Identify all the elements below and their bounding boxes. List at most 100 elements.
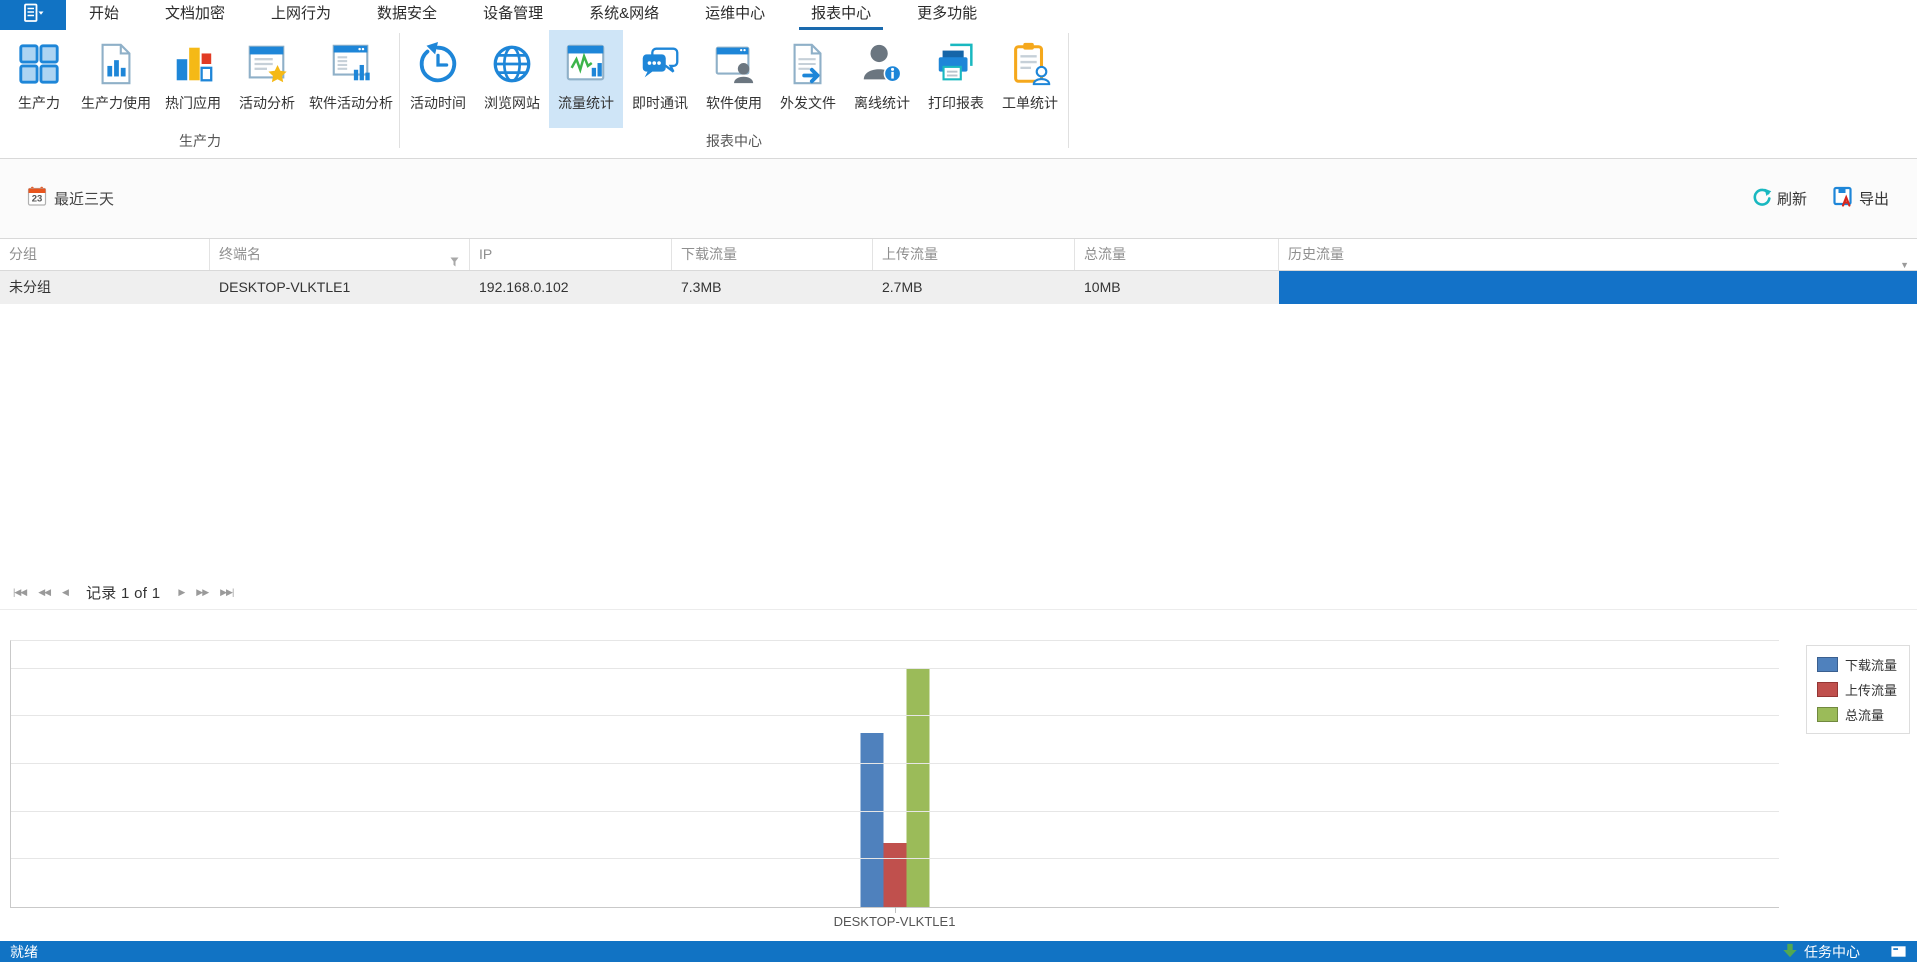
tab-bar-tabs: 开始 文档加密 上网行为 数据安全 设备管理 系统&网络 运维中心 报表中心 更多功能 (66, 0, 1000, 30)
x-axis-label: DESKTOP-VLKTLE1 (833, 914, 956, 929)
pagination-bar: |◀◀ ◀◀ ◀ 记录 1 of 1 ▶ ▶▶ ▶▶| (0, 575, 1917, 610)
tab-报表中心[interactable]: 报表中心 (799, 0, 884, 30)
chart-plot (10, 640, 1779, 913)
tab-上网行为[interactable]: 上网行为 (259, 0, 343, 30)
ribbon-group-报表中心: 活动时间 浏览网站 流量统计 即时通讯 软件使用 外发文件 离线统计 打印报表 工单统计 报表中心 (401, 30, 1067, 158)
ribbon-item-打印报表[interactable]: 打印报表 (919, 30, 993, 128)
status-bar: 就绪 任务中心 (0, 941, 1917, 962)
clock-history-icon (415, 35, 461, 93)
filter-icon[interactable] (450, 248, 459, 279)
legend-item-总流量: 总流量 (1816, 705, 1897, 724)
doc-arrow-icon (785, 35, 831, 93)
filter-toolbar: 23 最近三天 刷新 导出 (0, 159, 1917, 238)
column-header-终端名[interactable]: 终端名 (210, 239, 470, 270)
column-header-上传流量[interactable]: 上传流量 (873, 239, 1075, 270)
date-range-label: 最近三天 (54, 191, 115, 208)
tab-开始[interactable]: 开始 (77, 0, 131, 30)
ribbon-item-浏览网站[interactable]: 浏览网站 (475, 30, 549, 128)
ribbon-item-label: 活动时间 (410, 95, 466, 111)
ribbon-item-软件使用[interactable]: 软件使用 (697, 30, 771, 128)
grid-icon (16, 35, 62, 93)
ribbon-item-label: 生产力使用 (81, 95, 151, 111)
tab-系统&网络[interactable]: 系统&网络 (577, 0, 671, 30)
chat-icon (637, 35, 683, 93)
legend-label: 上传流量 (1844, 683, 1897, 698)
chart-legend: 下载流量上传流量总流量 (1805, 645, 1910, 734)
table-row[interactable]: 未分组 DESKTOP-VLKTLE1 192.168.0.102 7.3MB 2.7M… (0, 271, 1917, 304)
ribbon-item-label: 即时通讯 (632, 95, 688, 111)
x-axis-tick (895, 907, 896, 913)
tab-文档加密[interactable]: 文档加密 (153, 0, 237, 30)
date-range-selector[interactable]: 23 最近三天 (27, 186, 114, 211)
ribbon-item-生产力[interactable]: 生产力 (2, 30, 76, 128)
window-chart-icon (328, 35, 374, 93)
last-page-icon[interactable]: ▶▶| (216, 584, 237, 601)
ribbon-item-软件活动分析[interactable]: 软件活动分析 (304, 30, 398, 128)
tab-运维中心[interactable]: 运维中心 (693, 0, 777, 30)
prev-page-icon[interactable]: ◀ (58, 584, 72, 601)
column-header-总流量[interactable]: 总流量 (1075, 239, 1279, 270)
gridline (11, 810, 1779, 812)
next-page-icon[interactable]: ▶ (174, 584, 188, 601)
refresh-icon (1752, 187, 1772, 211)
column-header-历史流量[interactable]: 历史流量 ▼ (1279, 239, 1917, 270)
ribbon-item-label: 软件活动分析 (309, 95, 393, 111)
cell-终端名: DESKTOP-VLKTLE1 (219, 279, 351, 295)
ribbon-item-外发文件[interactable]: 外发文件 (771, 30, 845, 128)
tab-数据安全[interactable]: 数据安全 (365, 0, 449, 30)
window-icon[interactable] (1890, 944, 1907, 959)
export-button[interactable]: 导出 (1833, 186, 1889, 211)
app-menu-button[interactable] (0, 0, 66, 30)
cell-分组: 未分组 (9, 279, 51, 295)
cell-IP: 192.168.0.102 (479, 279, 569, 295)
ribbon-item-label: 软件使用 (706, 95, 762, 111)
tab-更多功能[interactable]: 更多功能 (905, 0, 989, 30)
window-user-icon (711, 35, 757, 93)
legend-label: 下载流量 (1844, 658, 1897, 673)
ribbon-item-label: 流量统计 (558, 95, 614, 111)
traffic-chart: DESKTOP-VLKTLE1 下载流量上传流量总流量 (0, 610, 1917, 941)
bar-group (860, 668, 930, 907)
ribbon-item-活动时间[interactable]: 活动时间 (401, 30, 475, 128)
ribbon-item-label: 离线统计 (854, 95, 910, 111)
ribbon-group-生产力: 生产力 生产力使用 热门应用 活动分析 软件活动分析 生产力 (2, 30, 398, 158)
doc-star-icon (244, 35, 290, 93)
ribbon-item-即时通讯[interactable]: 即时通讯 (623, 30, 697, 128)
ribbon-group-separator (399, 33, 400, 148)
ribbon-item-离线统计[interactable]: 离线统计 (845, 30, 919, 128)
status-text: 就绪 (10, 943, 38, 960)
column-header-分组[interactable]: 分组 (0, 239, 210, 270)
user-info-icon (859, 35, 905, 93)
ribbon-item-热门应用[interactable]: 热门应用 (156, 30, 230, 128)
first-page-icon[interactable]: |◀◀ (9, 584, 30, 601)
bar-上传流量 (883, 842, 907, 907)
calendar-icon: 23 (27, 186, 47, 211)
cell-上传流量: 2.7MB (882, 279, 923, 295)
ribbon-item-流量统计[interactable]: 流量统计 (549, 30, 623, 128)
column-header-下载流量[interactable]: 下载流量 (672, 239, 873, 270)
clipboard-user-icon (1007, 35, 1053, 93)
ribbon-item-活动分析[interactable]: 活动分析 (230, 30, 304, 128)
record-count-text: 记录 1 of 1 (85, 584, 161, 602)
table-body: 未分组 DESKTOP-VLKTLE1 192.168.0.102 7.3MB 2.7M… (0, 271, 1917, 304)
ribbon-item-label: 生产力 (18, 95, 60, 111)
ribbon: 生产力 生产力使用 热门应用 活动分析 软件活动分析 生产力 活动时间 浏览网站 流量统计 即时通… (0, 30, 1917, 159)
fast-next-icon[interactable]: ▶▶ (192, 584, 212, 601)
tab-bar: 开始 文档加密 上网行为 数据安全 设备管理 系统&网络 运维中心 报表中心 更多功能 (0, 0, 1917, 30)
ribbon-item-生产力使用[interactable]: 生产力使用 (76, 30, 156, 128)
gridline (11, 667, 1779, 669)
table-empty-area (0, 304, 1917, 575)
gridline (11, 858, 1779, 860)
task-center-button[interactable]: 任务中心 (1782, 942, 1860, 962)
cell-历史流量 (1279, 271, 1917, 304)
globe-icon (489, 35, 535, 93)
column-header-IP[interactable]: IP (470, 239, 672, 270)
refresh-button[interactable]: 刷新 (1752, 187, 1807, 211)
legend-swatch (1816, 707, 1838, 722)
gridline (11, 762, 1779, 764)
cell-总流量: 10MB (1084, 279, 1121, 295)
fast-prev-icon[interactable]: ◀◀ (34, 584, 54, 601)
ribbon-item-工单统计[interactable]: 工单统计 (993, 30, 1067, 128)
history-traffic-bar[interactable] (1279, 271, 1917, 304)
tab-设备管理[interactable]: 设备管理 (471, 0, 555, 30)
